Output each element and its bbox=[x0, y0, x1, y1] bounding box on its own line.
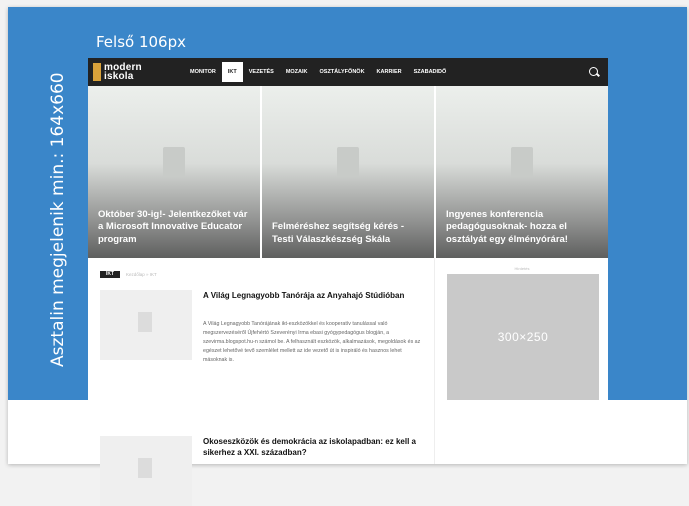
featured-card[interactable]: Október 30-ig!- Jelentkezőket vár a Micr… bbox=[88, 86, 260, 258]
logo-icon bbox=[93, 63, 101, 81]
website-mockup: modern iskola MONITOR IKT VEZETÉS MOZAIK… bbox=[88, 58, 609, 506]
image-placeholder-icon bbox=[138, 458, 152, 478]
featured-title[interactable]: Felméréshez segítség kérés - Testi Válas… bbox=[272, 221, 426, 246]
nav-menu: MONITOR IKT VEZETÉS MOZAIK OSZTÁLYFŐNÖK … bbox=[184, 58, 452, 86]
search-icon[interactable] bbox=[589, 67, 598, 76]
image-placeholder-icon bbox=[138, 312, 152, 332]
featured-card[interactable]: Ingyenes konferencia pedagógusoknak- hoz… bbox=[436, 86, 608, 258]
top-ad-annotation: Felső 106px bbox=[96, 33, 186, 51]
featured-title[interactable]: Ingyenes konferencia pedagógusoknak- hoz… bbox=[446, 209, 600, 247]
featured-title[interactable]: Október 30-ig!- Jelentkezőket vár a Micr… bbox=[98, 209, 252, 247]
category-badge: IKT bbox=[100, 271, 120, 278]
breadcrumb: IKT Kezdőlap » IKT bbox=[100, 271, 157, 278]
image-placeholder-icon bbox=[163, 146, 185, 177]
nav-item-vezetes[interactable]: VEZETÉS bbox=[243, 58, 280, 86]
featured-card[interactable]: Felméréshez segítség kérés - Testi Válas… bbox=[262, 86, 434, 258]
nav-item-ikt[interactable]: IKT bbox=[221, 62, 243, 82]
list-item: A Világ Legnagyobb Tanórája az Anyahajó … bbox=[100, 290, 430, 400]
article-title[interactable]: A Világ Legnagyobb Tanórája az Anyahajó … bbox=[203, 290, 425, 301]
ad-label: Hirdetés bbox=[514, 266, 530, 271]
image-placeholder-icon bbox=[337, 146, 359, 177]
article-thumbnail[interactable] bbox=[100, 290, 192, 360]
nav-item-szabadido[interactable]: SZABADIDŐ bbox=[408, 58, 453, 86]
list-item: Okoseszközök és demokrácia az iskolapadb… bbox=[100, 436, 430, 506]
breadcrumb-path[interactable]: Kezdőlap » IKT bbox=[126, 272, 157, 277]
side-ad-annotation: Asztalin megjelenik min.: 164x660 bbox=[48, 72, 68, 367]
featured-slider: Október 30-ig!- Jelentkezőket vár a Micr… bbox=[88, 86, 608, 258]
sidebar: Hirdetés 300×250 bbox=[434, 258, 609, 464]
nav-item-osztalyfonok[interactable]: OSZTÁLYFŐNÖK bbox=[314, 58, 371, 86]
top-navigation: modern iskola MONITOR IKT VEZETÉS MOZAIK… bbox=[88, 58, 608, 86]
site-logo[interactable]: modern iskola bbox=[93, 61, 142, 83]
image-placeholder-icon bbox=[511, 146, 533, 177]
nav-item-monitor[interactable]: MONITOR bbox=[184, 58, 222, 86]
article-excerpt: A Világ Legnagyobb Tanórájának ikt-eszkö… bbox=[203, 321, 421, 363]
logo-line-2: iskola bbox=[104, 71, 134, 82]
nav-item-karrier[interactable]: KARRIER bbox=[371, 58, 408, 86]
article-thumbnail[interactable] bbox=[100, 436, 192, 506]
ad-placeholder[interactable]: 300×250 bbox=[447, 274, 599, 400]
article-title[interactable]: Okoseszközök és demokrácia az iskolapadb… bbox=[203, 436, 425, 458]
nav-item-mozaik[interactable]: MOZAIK bbox=[280, 58, 314, 86]
logo-text: modern iskola bbox=[104, 63, 142, 82]
